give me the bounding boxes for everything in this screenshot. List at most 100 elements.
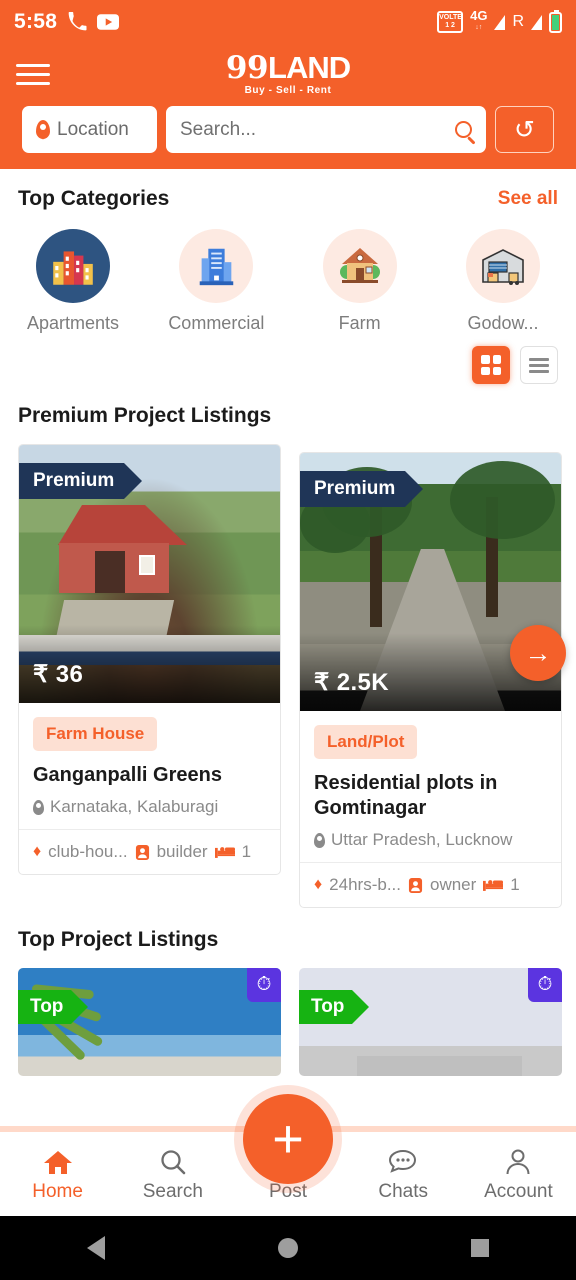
see-all-link[interactable]: See all [498, 188, 558, 210]
logo-text: 99LAND [225, 50, 351, 86]
bed-icon [214, 847, 235, 858]
categories-title: Top Categories [18, 187, 170, 210]
app-logo: 99LAND Buy - Sell - Rent [225, 50, 351, 96]
bed-count: 1 [241, 842, 252, 861]
listing-price: ₹ 36 [33, 661, 84, 688]
clock-icon: ⏱ [247, 968, 281, 1002]
listing-body: Farm House Ganganpalli Greens Karnataka,… [19, 703, 280, 817]
categories-section: Top Categories See all Apartments Commer… [0, 187, 576, 384]
apartment-buildings-icon [36, 229, 110, 303]
home-circle-icon[interactable] [277, 1238, 298, 1258]
post-fab-wrapper: + [0, 1094, 576, 1184]
status-bar-left: 5:58 [14, 10, 120, 34]
grid-view-icon[interactable] [472, 346, 510, 384]
status-bar: 5:58 VOLTE 1 2 4G ↓↑ R [0, 0, 576, 44]
listing-body: Land/Plot Residential plots in Gomtinaga… [300, 711, 561, 850]
app-header: 99LAND Buy - Sell - Rent Location ↺ [0, 44, 576, 169]
search-field-wrapper[interactable] [166, 106, 486, 153]
nav-label: Home [32, 1181, 83, 1202]
location-text: Uttar Pradesh, Lucknow [331, 830, 513, 849]
listing-location: Uttar Pradesh, Lucknow [314, 830, 547, 850]
location-pin-icon [33, 799, 44, 815]
nav-label: Chats [378, 1181, 429, 1202]
listing-type-tag: Land/Plot [314, 725, 418, 759]
category-list: Apartments Commercial Farm Godow... [18, 229, 558, 334]
top-badge: Top [299, 990, 370, 1024]
office-building-icon [179, 229, 254, 303]
category-item-commercial[interactable]: Commercial [161, 229, 271, 334]
listing-price: ₹ 2.5K [314, 669, 390, 696]
search-input[interactable] [180, 118, 455, 141]
missed-call-icon [68, 12, 87, 31]
signal-2-icon [531, 14, 542, 30]
system-navigation-bar [0, 1216, 576, 1280]
top-badge: Top [18, 990, 89, 1024]
nav-label: Account [484, 1181, 553, 1202]
plus-icon[interactable]: + [243, 1094, 333, 1184]
listing-card[interactable]: Premium ₹ 2.5K Land/Plot Residential plo… [299, 452, 562, 908]
hamburger-icon[interactable] [16, 63, 50, 85]
poster-type: builder [156, 842, 208, 861]
bed-count: 1 [510, 875, 520, 894]
listing-title: Ganganpalli Greens [33, 764, 222, 786]
amenity-text: 24hrs-b... [329, 875, 401, 894]
top-listing-card[interactable]: Top ⏱ [299, 968, 562, 1076]
nav-label: Search [142, 1181, 203, 1202]
poster-type: owner [429, 875, 477, 894]
category-item-apartments[interactable]: Apartments [18, 229, 128, 334]
category-item-godown[interactable]: Godow... [448, 229, 558, 334]
category-label: Godow... [467, 313, 539, 333]
diamond-icon: ♦ [314, 876, 323, 893]
category-label: Apartments [26, 313, 120, 333]
battery-icon [549, 9, 562, 33]
search-row: Location ↺ [0, 106, 576, 153]
arrow-right-icon[interactable]: → [510, 625, 566, 681]
listing-features: ♦ 24hrs-b... owner 1 [300, 862, 561, 907]
amenity-text: club-hou... [48, 842, 128, 861]
nav-label: Post [268, 1181, 308, 1202]
signal-icon [494, 14, 506, 30]
location-pin-icon [314, 832, 325, 848]
listing-type-tag: Farm House [33, 717, 158, 751]
location-selector[interactable]: Location [22, 106, 157, 153]
status-time: 5:58 [14, 10, 58, 33]
listing-location: Karnataka, Kalaburagi [33, 797, 266, 817]
clock-icon: ⏱ [528, 968, 562, 1002]
top-section: Top Project Listings Top ⏱ Top ⏱ [0, 928, 576, 1076]
status-bar-right: VOLTE 1 2 4G ↓↑ R [437, 8, 562, 34]
premium-badge: Premium [19, 463, 143, 499]
category-item-farm[interactable]: Farm [305, 229, 415, 334]
back-icon[interactable] [86, 1236, 105, 1260]
app-screen: 5:58 VOLTE 1 2 4G ↓↑ R 99LAND Buy - Sell… [0, 0, 576, 1280]
premium-badge: Premium [300, 471, 424, 507]
listing-image: Premium ₹ 36 [19, 445, 280, 703]
premium-title: Premium Project Listings [18, 404, 272, 427]
listing-card[interactable]: Premium ₹ 36 Farm House Ganganpalli Gree… [18, 444, 281, 875]
farm-house-icon [322, 229, 397, 303]
user-badge-icon [135, 844, 149, 860]
volte-icon: VOLTE 1 2 [437, 11, 464, 33]
view-toggle-group [18, 346, 558, 384]
category-label: Farm [338, 313, 381, 333]
recents-icon[interactable] [471, 1239, 490, 1257]
app-header-top: 99LAND Buy - Sell - Rent [0, 50, 576, 98]
location-label: Location [57, 118, 129, 140]
top-listing-card[interactable]: Top ⏱ [18, 968, 281, 1076]
location-pin-icon [36, 120, 50, 140]
category-label: Commercial [168, 313, 265, 333]
logo-tagline: Buy - Sell - Rent [244, 85, 332, 96]
youtube-icon [97, 14, 120, 30]
network-type-icon: 4G ↓↑ [470, 8, 488, 31]
listing-title: Residential plots in Gomtinagar [314, 772, 498, 819]
premium-card-list: Premium ₹ 36 Farm House Ganganpalli Gree… [18, 444, 562, 908]
top-title: Top Project Listings [18, 928, 219, 951]
warehouse-icon [465, 229, 540, 303]
list-view-icon[interactable] [520, 346, 558, 384]
user-badge-icon [408, 877, 423, 893]
magnifier-icon[interactable] [455, 121, 472, 138]
location-text: Karnataka, Kalaburagi [50, 797, 219, 816]
diamond-icon: ♦ [33, 843, 42, 860]
premium-section: Premium Project Listings Premium ₹ 36 Fa… [0, 404, 576, 908]
roaming-icon: R [512, 13, 524, 30]
refresh-icon[interactable]: ↺ [495, 106, 554, 153]
